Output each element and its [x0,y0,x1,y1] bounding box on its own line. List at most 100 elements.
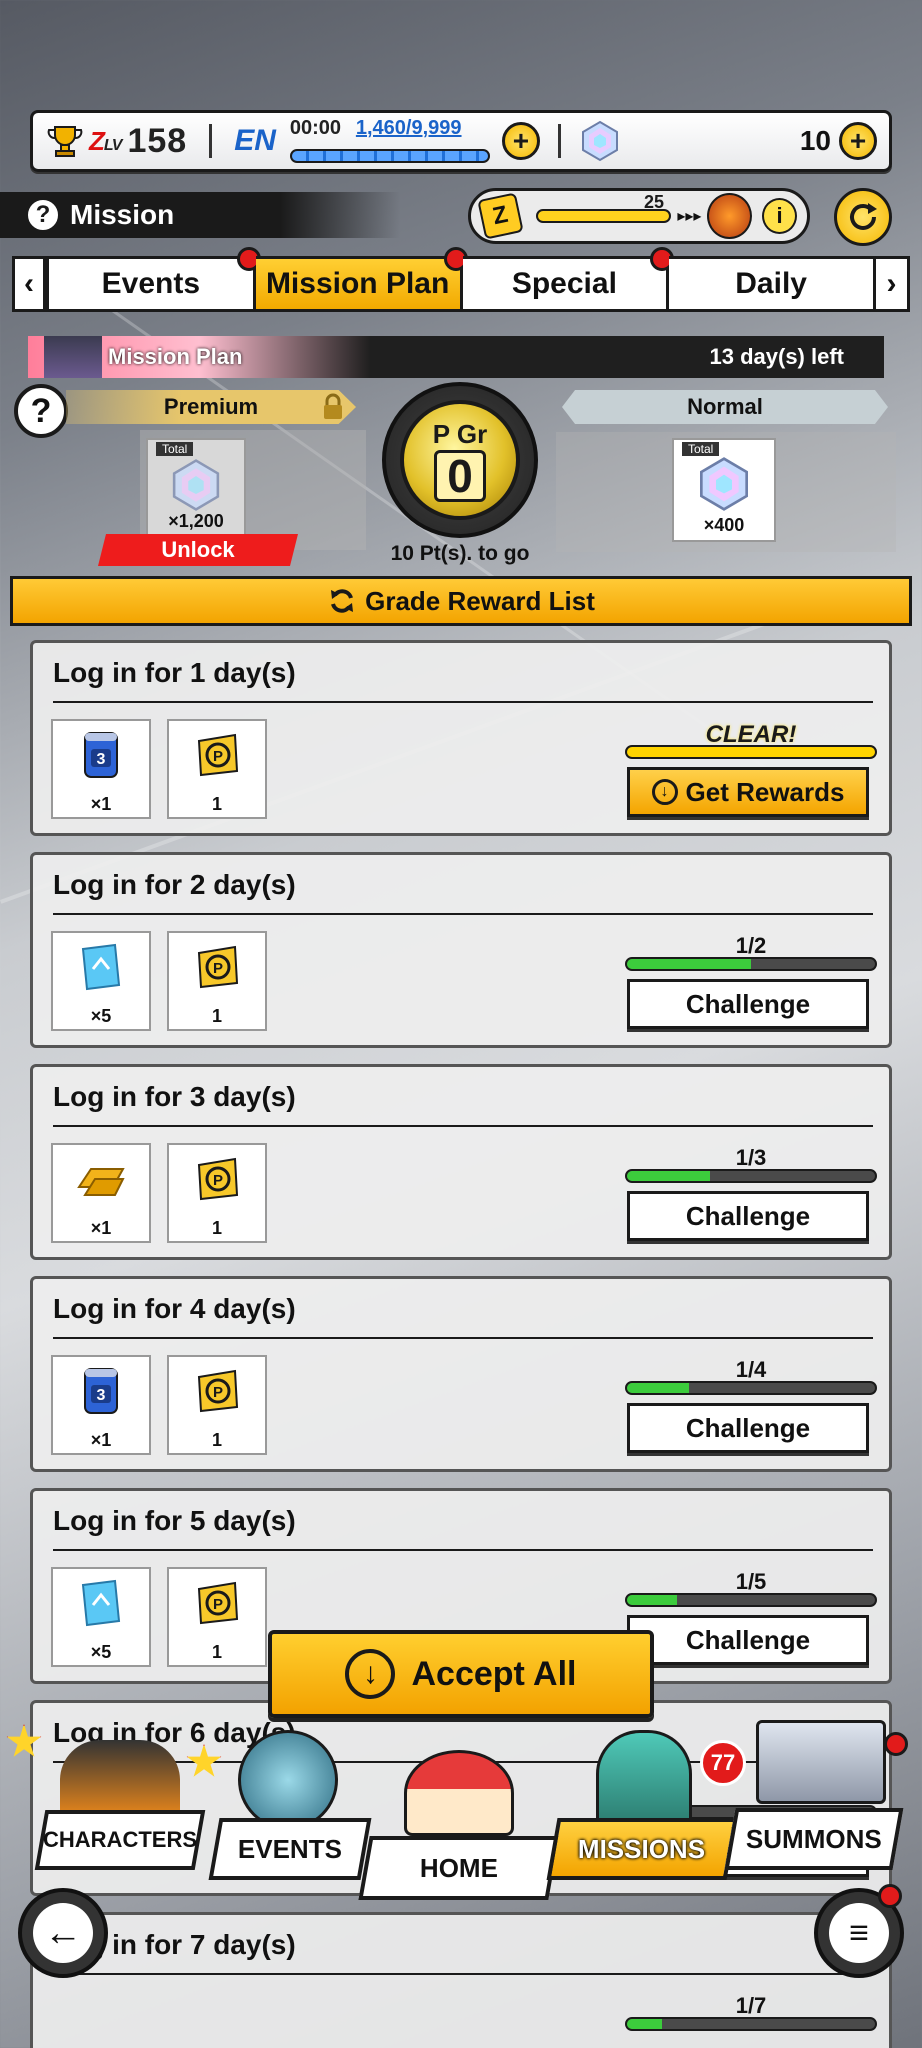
tab-daily[interactable]: Daily [669,256,876,312]
challenge-button[interactable]: Challenge [627,1191,869,1241]
nav-label: SUMMONS [746,1823,882,1854]
reward-item[interactable]: 3 ×1 [51,719,151,819]
button-label: Challenge [685,1200,811,1231]
zlv-label: ZLV [89,125,122,156]
svg-text:P: P [213,748,223,765]
plan-grade-medal: P Gr 0 [382,382,538,538]
blue-ticket-icon [81,1579,121,1627]
help-icon[interactable]: ? [26,198,60,232]
svg-text:P: P [213,1384,223,1401]
divider [53,1973,873,1975]
svg-text:3: 3 [97,1387,106,1404]
reward-item[interactable]: 3 ×1 [51,1355,151,1455]
reward-item[interactable]: ×5 [51,931,151,1031]
mission-progress: CLEAR! [625,721,877,759]
z-badge-icon: Z [477,192,524,240]
challenge-button[interactable]: Challenge [627,1403,869,1453]
tab-special[interactable]: Special [462,247,675,312]
reward-qty: 1 [211,1430,222,1450]
add-stamina-button[interactable]: + [501,122,540,160]
mission-title: Log in for 3 day(s) [53,1081,296,1112]
info-icon[interactable]: i [762,198,798,234]
notification-dot [884,1732,908,1756]
bulma-art-icon [596,1730,692,1830]
region-label: EN [234,124,276,157]
tab-label: Mission Plan [265,267,450,300]
grade-reward-list-label: Grade Reward List [365,585,595,616]
gold-bar-icon [77,1168,125,1196]
grade-label: P Gr [432,418,488,449]
progress-text: 1/7 [735,1993,767,2018]
svg-text:P: P [213,960,223,977]
download-circle-icon: ↓ [651,779,678,805]
svg-text:P: P [213,1172,223,1189]
reward-item[interactable]: P1 [167,1355,267,1455]
home-house-icon [404,1750,514,1836]
total-tag: Total [156,442,194,456]
reward-qty: ×5 [90,1642,112,1662]
nav-events-box: EVENTS [208,1818,372,1880]
reward-qty: 1 [211,1218,222,1238]
button-label: Challenge [685,1624,811,1655]
reward-qty: 1 [211,1006,222,1026]
dragon-stone-icon [700,457,748,511]
refresh-button[interactable] [834,188,892,246]
normal-label: Normal [687,394,763,419]
tab-prev-arrow[interactable]: ‹ [12,256,46,312]
z-progress-widget[interactable]: Z ▸▸▸ i [468,188,810,244]
mission-card: Log in for 2 day(s) ×5 P 1 1/2 Challenge [30,852,892,1048]
back-button[interactable]: ← [18,1888,108,1978]
tab-label: Events [101,267,201,300]
progress-text: 1/2 [735,933,767,958]
mission-plan-banner: Mission Plan 13 day(s) left [28,336,884,378]
mission-card: Log in for 1 day(s) 3 ×1 P 1 CLEAR! ↓ Get Rewar… [30,640,892,836]
progress-fill [627,1383,689,1393]
nav-home[interactable]: HOME [358,1750,560,1900]
gem-count: 10 [799,125,831,156]
accept-all-label: Accept All [411,1654,577,1693]
reward-qty: ×1 [90,794,112,814]
divider [53,1125,873,1127]
stamina-meter: 00:00 1,460/9,999 [289,117,490,165]
challenge-button[interactable]: Challenge [627,979,869,1029]
nav-events[interactable]: EVENTS [208,1730,372,1880]
reward-item[interactable]: P1 [167,1143,267,1243]
reward-item[interactable]: P1 [167,719,267,819]
reward-item[interactable]: ×1 [51,1143,151,1243]
p-ticket-icon: P [197,1157,239,1201]
grade-reward-list-button[interactable]: Grade Reward List [10,576,912,626]
reward-qty: ×5 [90,1006,112,1026]
tab-events[interactable]: Events [46,247,261,312]
divider [53,1549,873,1551]
mission-progress: 1/7 [625,1993,877,2031]
challenge-button[interactable]: Challenge [627,1615,869,1665]
reward-item[interactable]: P1 [167,931,267,1031]
blue-can-3-icon: 3 [84,732,118,778]
mission-title: Log in for 4 day(s) [53,1293,296,1324]
premium-amount: ×1,200 [168,511,224,531]
normal-reward-card[interactable]: Total ×400 [672,438,776,542]
mission-title: Log in for 5 day(s) [53,1505,296,1536]
accept-all-button[interactable]: ↓ Accept All [268,1630,654,1718]
trophy-icon [45,121,85,161]
plan-help-button[interactable]: ? [14,384,68,438]
nav-summons[interactable]: SUMMONS [724,1720,904,1870]
premium-reward-card[interactable]: Total ×1,200 [146,438,246,538]
refresh-icon [331,589,354,613]
tab-mission-plan[interactable]: Mission Plan [255,247,468,312]
get-rewards-button[interactable]: ↓ Get Rewards [627,767,869,817]
blue-ticket-icon [81,943,121,991]
tab-label: Special [511,267,617,300]
lock-icon [318,392,348,422]
unlock-button[interactable]: Unlock [98,534,298,566]
p-ticket-icon: P [197,733,239,777]
nav-characters[interactable]: CHARACTERS [34,1740,206,1870]
reward-item[interactable]: ×5 [51,1567,151,1667]
add-gems-button[interactable]: + [839,122,877,160]
tab-label: Daily [735,267,807,300]
status-bar: ZLV 158 EN 00:00 1,460/9,999 + 10 + [30,110,892,172]
tab-next-arrow[interactable]: › [876,256,910,312]
mission-progress: 1/2 [625,933,877,971]
reward-qty: ×1 [90,1218,112,1238]
reward-item[interactable]: P1 [167,1567,267,1667]
